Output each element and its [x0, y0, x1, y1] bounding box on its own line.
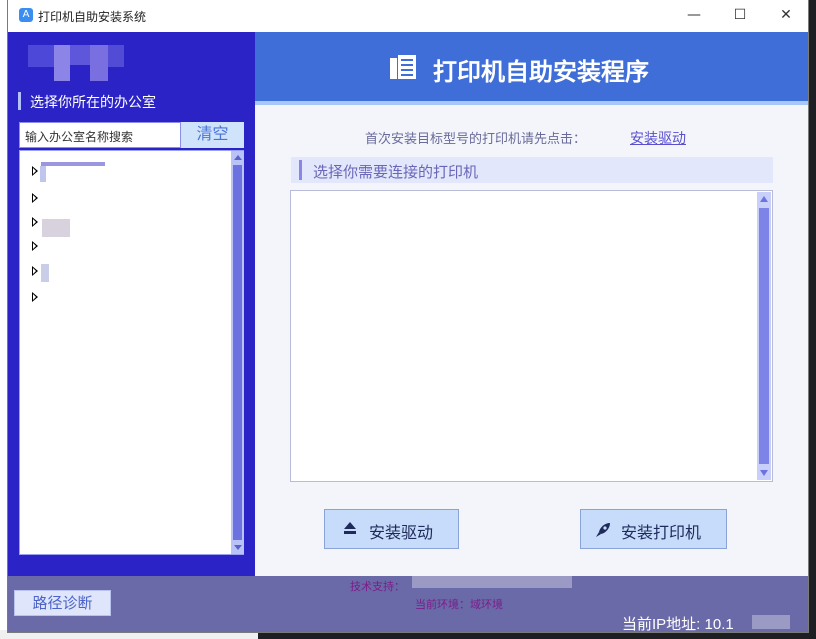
- banner: 打印机自助安装程序: [255, 32, 808, 102]
- expand-arrow-icon[interactable]: [32, 166, 38, 176]
- tech-support-label: 技术支持：: [350, 581, 405, 593]
- eject-icon: [344, 522, 356, 534]
- office-tree[interactable]: [19, 150, 244, 555]
- install-driver-label: 安装驱动: [369, 523, 434, 542]
- expand-arrow-icon[interactable]: [32, 193, 38, 203]
- printer-list[interactable]: [290, 190, 773, 482]
- office-search-input[interactable]: 输入办公室名称搜索: [19, 122, 181, 148]
- scroll-up-icon[interactable]: [757, 192, 771, 206]
- rocket-icon: [596, 523, 610, 537]
- scroll-thumb[interactable]: [233, 165, 242, 540]
- scroll-down-icon[interactable]: [231, 542, 244, 554]
- background-app-right: [808, 0, 816, 639]
- path-diagnose-button[interactable]: 路径诊断: [14, 590, 111, 616]
- printer-header-label: 选择你需要连接的打印机: [313, 164, 479, 181]
- tree-item[interactable]: [32, 162, 182, 182]
- tree-item[interactable]: [32, 239, 182, 253]
- driver-hint: 首次安装目标型号的打印机请先点击：: [365, 131, 587, 146]
- redacted-logo: [90, 45, 108, 81]
- redacted-logo: [70, 45, 90, 65]
- redacted-logo: [54, 45, 70, 81]
- redacted-contact: [412, 576, 572, 588]
- install-printer-button[interactable]: 安装打印机: [580, 509, 727, 549]
- app-icon: A: [19, 8, 33, 22]
- install-driver-link[interactable]: 安装驱动: [630, 128, 686, 148]
- install-driver-button[interactable]: 安装驱动: [324, 509, 459, 549]
- printer-list-scrollbar[interactable]: [757, 192, 771, 480]
- printer-icon: [390, 55, 416, 79]
- scroll-thumb[interactable]: [759, 208, 769, 464]
- office-section-header: 选择你所在的办公室: [18, 90, 248, 112]
- clear-button[interactable]: 清空: [181, 122, 244, 148]
- redacted-logo: [108, 45, 124, 67]
- environment-label: 当前环境：域环境: [415, 599, 503, 611]
- tree-item[interactable]: [32, 264, 182, 282]
- tree-item[interactable]: [32, 290, 182, 304]
- app-window: A 打印机自助安装系统 — ☐ ✕ 选择你所在的办公室 输入办公室名称搜索 清空: [8, 0, 808, 632]
- redacted-logo: [28, 45, 56, 67]
- ip-address-label: 当前IP地址: 10.1: [622, 616, 734, 632]
- status-footer: 路径诊断 技术支持： 当前环境：域环境 当前IP地址: 10.1: [8, 576, 808, 632]
- expand-arrow-icon[interactable]: [32, 217, 38, 227]
- scroll-up-icon[interactable]: [231, 151, 244, 163]
- printer-section-header: 选择你需要连接的打印机: [291, 157, 773, 183]
- office-panel: 选择你所在的办公室 输入办公室名称搜索 清空: [8, 32, 255, 576]
- banner-divider: [255, 101, 808, 105]
- maximize-button[interactable]: ☐: [717, 0, 763, 32]
- redacted-ip: [752, 615, 790, 629]
- expand-arrow-icon[interactable]: [32, 266, 38, 276]
- expand-arrow-icon[interactable]: [32, 292, 38, 302]
- banner-title: 打印机自助安装程序: [433, 58, 649, 86]
- office-header-label: 选择你所在的办公室: [30, 94, 156, 110]
- tree-item[interactable]: [32, 191, 182, 205]
- background-app-left: [0, 0, 8, 639]
- expand-arrow-icon[interactable]: [32, 241, 38, 251]
- tree-item[interactable]: [32, 215, 182, 237]
- tree-scrollbar[interactable]: [231, 151, 244, 554]
- scroll-down-icon[interactable]: [757, 466, 771, 480]
- title-bar: A 打印机自助安装系统 — ☐ ✕: [8, 0, 808, 32]
- minimize-button[interactable]: —: [671, 0, 717, 32]
- install-printer-label: 安装打印机: [621, 523, 702, 542]
- window-title: 打印机自助安装系统: [38, 10, 147, 24]
- close-button[interactable]: ✕: [763, 0, 808, 32]
